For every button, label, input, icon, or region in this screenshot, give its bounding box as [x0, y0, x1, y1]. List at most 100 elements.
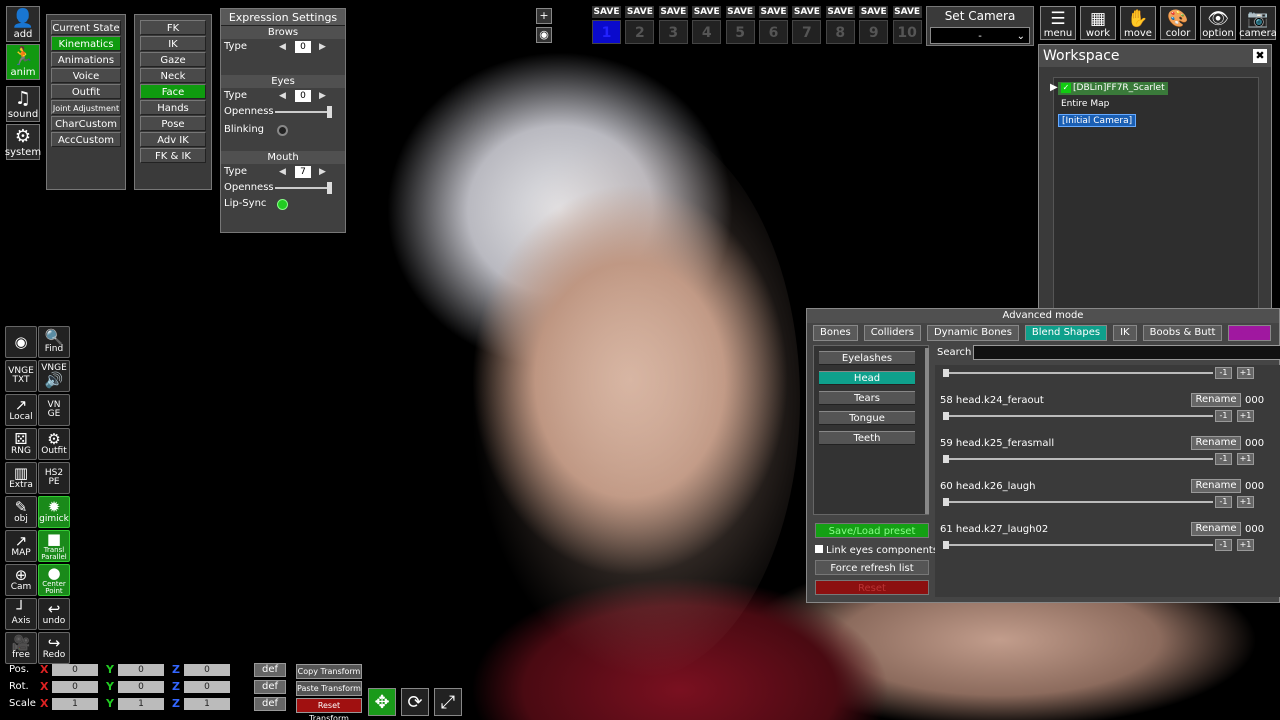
kin-menu-fk-ik[interactable]: FK & IK — [140, 148, 206, 163]
sound-icon[interactable]: ♫ sound — [6, 86, 40, 122]
gimick-icon[interactable]: ✹ gimick — [38, 496, 70, 528]
anim-menu-kinematics[interactable]: Kinematics — [51, 36, 121, 51]
anim-menu-charcustom[interactable]: CharCustom — [51, 116, 121, 131]
eyes-type-value[interactable]: 0 — [295, 90, 311, 102]
anim-menu-joint-adjustment[interactable]: Joint Adjustment — [51, 100, 121, 115]
kin-menu-ik[interactable]: IK — [140, 36, 206, 51]
rename-button[interactable]: Rename — [1191, 522, 1241, 536]
save-slot-1[interactable]: SAVE 1 — [592, 6, 621, 46]
obj-icon[interactable]: ✎ obj — [5, 496, 37, 528]
rotate-gizmo-icon[interactable]: ⟳ — [401, 688, 429, 716]
decrement-button[interactable]: -1 — [1215, 453, 1232, 465]
map-icon[interactable]: ↗ MAP — [5, 530, 37, 562]
free-icon[interactable]: 🎥 free — [5, 632, 37, 664]
color-icon[interactable]: 🎨 color — [1160, 6, 1196, 40]
brows-prev-arrow-icon[interactable]: ◀ — [279, 39, 286, 55]
workspace-item-camera[interactable]: [Initial Camera] — [1058, 114, 1137, 127]
extra-icon[interactable]: ▥ Extra — [5, 462, 37, 494]
tab-other[interactable]: Other — [1228, 325, 1271, 341]
transform-y-input[interactable]: 0 — [118, 681, 164, 693]
redo-icon[interactable]: ↪ Redo — [38, 632, 70, 664]
eyes-next-arrow-icon[interactable]: ▶ — [319, 88, 326, 104]
blinking-toggle[interactable] — [277, 125, 288, 136]
kin-menu-adv-ik[interactable]: Adv IK — [140, 132, 206, 147]
kin-menu-neck[interactable]: Neck — [140, 68, 206, 83]
def-button[interactable]: def — [254, 663, 286, 677]
viewport-zoom-button[interactable]: + — [536, 8, 552, 24]
brows-type-value[interactable]: 0 — [295, 41, 311, 53]
save-slot-9[interactable]: SAVE 9 — [859, 6, 889, 46]
cam-icon[interactable]: ⊕ Cam — [5, 564, 37, 596]
transform-z-input[interactable]: 1 — [184, 698, 230, 710]
rename-button[interactable]: Rename — [1191, 479, 1241, 493]
vnge-txt-icon[interactable]: VNGE TXT — [5, 360, 37, 392]
increment-button[interactable]: +1 — [1237, 539, 1254, 551]
set-camera-select[interactable]: - ⌄ — [930, 27, 1030, 44]
option-icon[interactable]: 👁 option — [1200, 6, 1236, 40]
kin-menu-pose[interactable]: Pose — [140, 116, 206, 131]
add-icon[interactable]: 👤 add — [6, 6, 40, 42]
tab-boobs-butt[interactable]: Boobs & Butt — [1142, 325, 1223, 341]
transform-z-input[interactable]: 0 — [184, 681, 230, 693]
slider-knob[interactable] — [943, 541, 949, 549]
rename-button[interactable]: Rename — [1191, 436, 1241, 450]
move-icon[interactable]: ✋ move — [1120, 6, 1156, 40]
move-gizmo-icon[interactable]: ✥ — [368, 688, 396, 716]
save-slot-4[interactable]: SAVE 4 — [692, 6, 722, 46]
kin-menu-hands[interactable]: Hands — [140, 100, 206, 115]
anim-icon[interactable]: 🏃 anim — [6, 44, 40, 80]
save-slot-2[interactable]: SAVE 2 — [625, 6, 655, 46]
menu-icon[interactable]: ☰ menu — [1040, 6, 1076, 40]
decrement-button[interactable]: -1 — [1215, 539, 1232, 551]
viewport-eye-button[interactable]: ◉ — [536, 27, 552, 43]
tab-bones[interactable]: Bones — [813, 325, 858, 341]
mouth-prev-arrow-icon[interactable]: ◀ — [279, 164, 286, 180]
checkbox-icon[interactable]: ✓ — [1061, 83, 1071, 93]
kin-menu-gaze[interactable]: Gaze — [140, 52, 206, 67]
anim-menu-animations[interactable]: Animations — [51, 52, 121, 67]
brows-next-arrow-icon[interactable]: ▶ — [319, 39, 326, 55]
save-slot-6[interactable]: SAVE 6 — [759, 6, 788, 46]
save-load-preset-button[interactable]: Save/Load preset — [815, 523, 929, 538]
category-eyelashes[interactable]: Eyelashes — [819, 351, 915, 365]
increment-button[interactable]: +1 — [1237, 367, 1254, 379]
slider-knob[interactable] — [943, 455, 949, 463]
find-icon[interactable]: 🔍 Find — [38, 326, 70, 358]
transform-y-input[interactable]: 1 — [118, 698, 164, 710]
close-icon[interactable]: ✖ — [1253, 49, 1267, 63]
reset-button[interactable]: Reset — [815, 580, 929, 595]
lipsync-toggle[interactable] — [277, 199, 288, 210]
kin-menu-face[interactable]: Face — [140, 84, 206, 99]
rename-button[interactable]: Rename — [1191, 393, 1241, 407]
center-point-icon[interactable]: ● Center Point — [38, 564, 70, 596]
transform-x-input[interactable]: 0 — [52, 681, 98, 693]
hs2pe-icon[interactable]: HS2 PE — [38, 462, 70, 494]
work-icon[interactable]: ▦ work — [1080, 6, 1116, 40]
def-button[interactable]: def — [254, 680, 286, 694]
save-slot-5[interactable]: SAVE 5 — [725, 6, 755, 46]
studio-viewport[interactable]: 👤 add 🏃 anim ♫ sound ⚙ system Current State Kine… — [0, 0, 1280, 720]
category-tears[interactable]: Tears — [819, 391, 915, 405]
transform-y-input[interactable]: 0 — [118, 664, 164, 676]
blend-shape-slider[interactable] — [943, 498, 1213, 506]
search-input[interactable] — [973, 345, 1280, 360]
blend-shape-slider[interactable] — [943, 455, 1213, 463]
anim-menu-acccustom[interactable]: AccCustom — [51, 132, 121, 147]
decrement-button[interactable]: -1 — [1215, 410, 1232, 422]
tab-ik[interactable]: IK — [1113, 325, 1137, 341]
link-eyes-checkbox[interactable]: Link eyes components — [815, 545, 938, 556]
save-slot-8[interactable]: SAVE 8 — [825, 6, 855, 46]
vnge-icon[interactable]: VN GE — [38, 394, 70, 426]
copy-transform-button[interactable]: Copy Transform — [296, 664, 362, 679]
outfit-icon[interactable]: ⚙ Outfit — [38, 428, 70, 460]
transform-x-input[interactable]: 1 — [52, 698, 98, 710]
axis-icon[interactable]: ┘ Axis — [5, 598, 37, 630]
decrement-button[interactable]: -1 — [1215, 367, 1232, 379]
anim-menu-voice[interactable]: Voice — [51, 68, 121, 83]
blend-shape-slider[interactable] — [943, 541, 1213, 549]
slider-knob[interactable] — [943, 412, 949, 420]
eyes-prev-arrow-icon[interactable]: ◀ — [279, 88, 286, 104]
tab-blend-shapes[interactable]: Blend Shapes — [1024, 325, 1108, 341]
mouth-openness-slider[interactable] — [275, 182, 332, 194]
kin-menu-fk[interactable]: FK — [140, 20, 206, 35]
